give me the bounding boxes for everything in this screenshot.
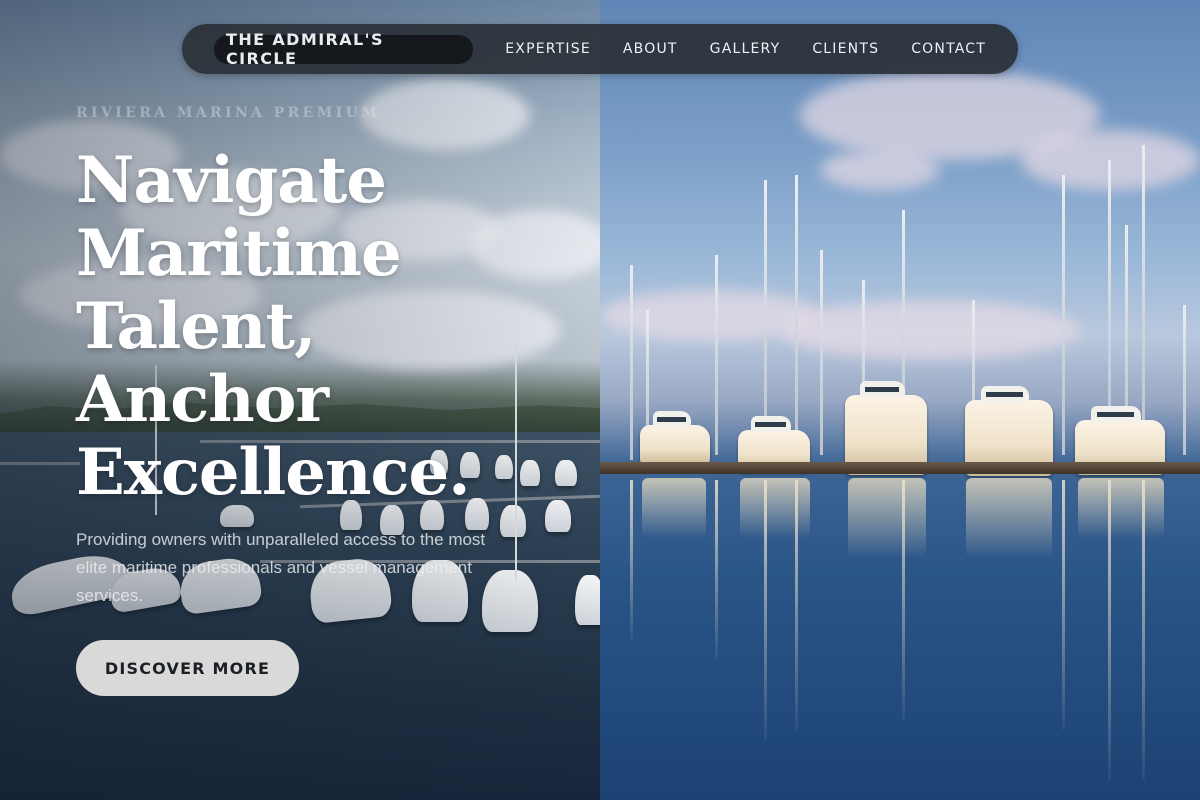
nav-links: EXPERTISE ABOUT GALLERY CLIENTS CONTACT xyxy=(473,41,986,57)
hero-headline: Navigate Maritime Talent, Anchor Excelle… xyxy=(76,144,596,509)
nav-link-about[interactable]: ABOUT xyxy=(623,41,678,57)
headline-line: Talent, xyxy=(76,289,316,364)
hero-description: Providing owners with unparalleled acces… xyxy=(76,530,486,605)
headline-line: Maritime xyxy=(76,216,402,291)
nav-link-clients[interactable]: CLIENTS xyxy=(812,41,879,57)
brand-logo-link[interactable]: THE ADMIRAL'S CIRCLE xyxy=(214,30,474,68)
nav-link-expertise[interactable]: EXPERTISE xyxy=(505,41,591,57)
headline-line: Navigate xyxy=(76,143,387,218)
hero-image-right xyxy=(600,0,1200,800)
hero-eyebrow: RIVIERA MARINA PREMIUM xyxy=(76,105,381,121)
top-nav: THE ADMIRAL'S CIRCLE EXPERTISE ABOUT GAL… xyxy=(182,24,1018,74)
nav-link-contact[interactable]: CONTACT xyxy=(911,41,986,57)
nav-link-gallery[interactable]: GALLERY xyxy=(710,41,781,57)
headline-line: Excellence. xyxy=(76,435,470,510)
headline-line: Anchor xyxy=(76,362,329,437)
discover-more-button[interactable]: DISCOVER MORE xyxy=(76,640,299,696)
